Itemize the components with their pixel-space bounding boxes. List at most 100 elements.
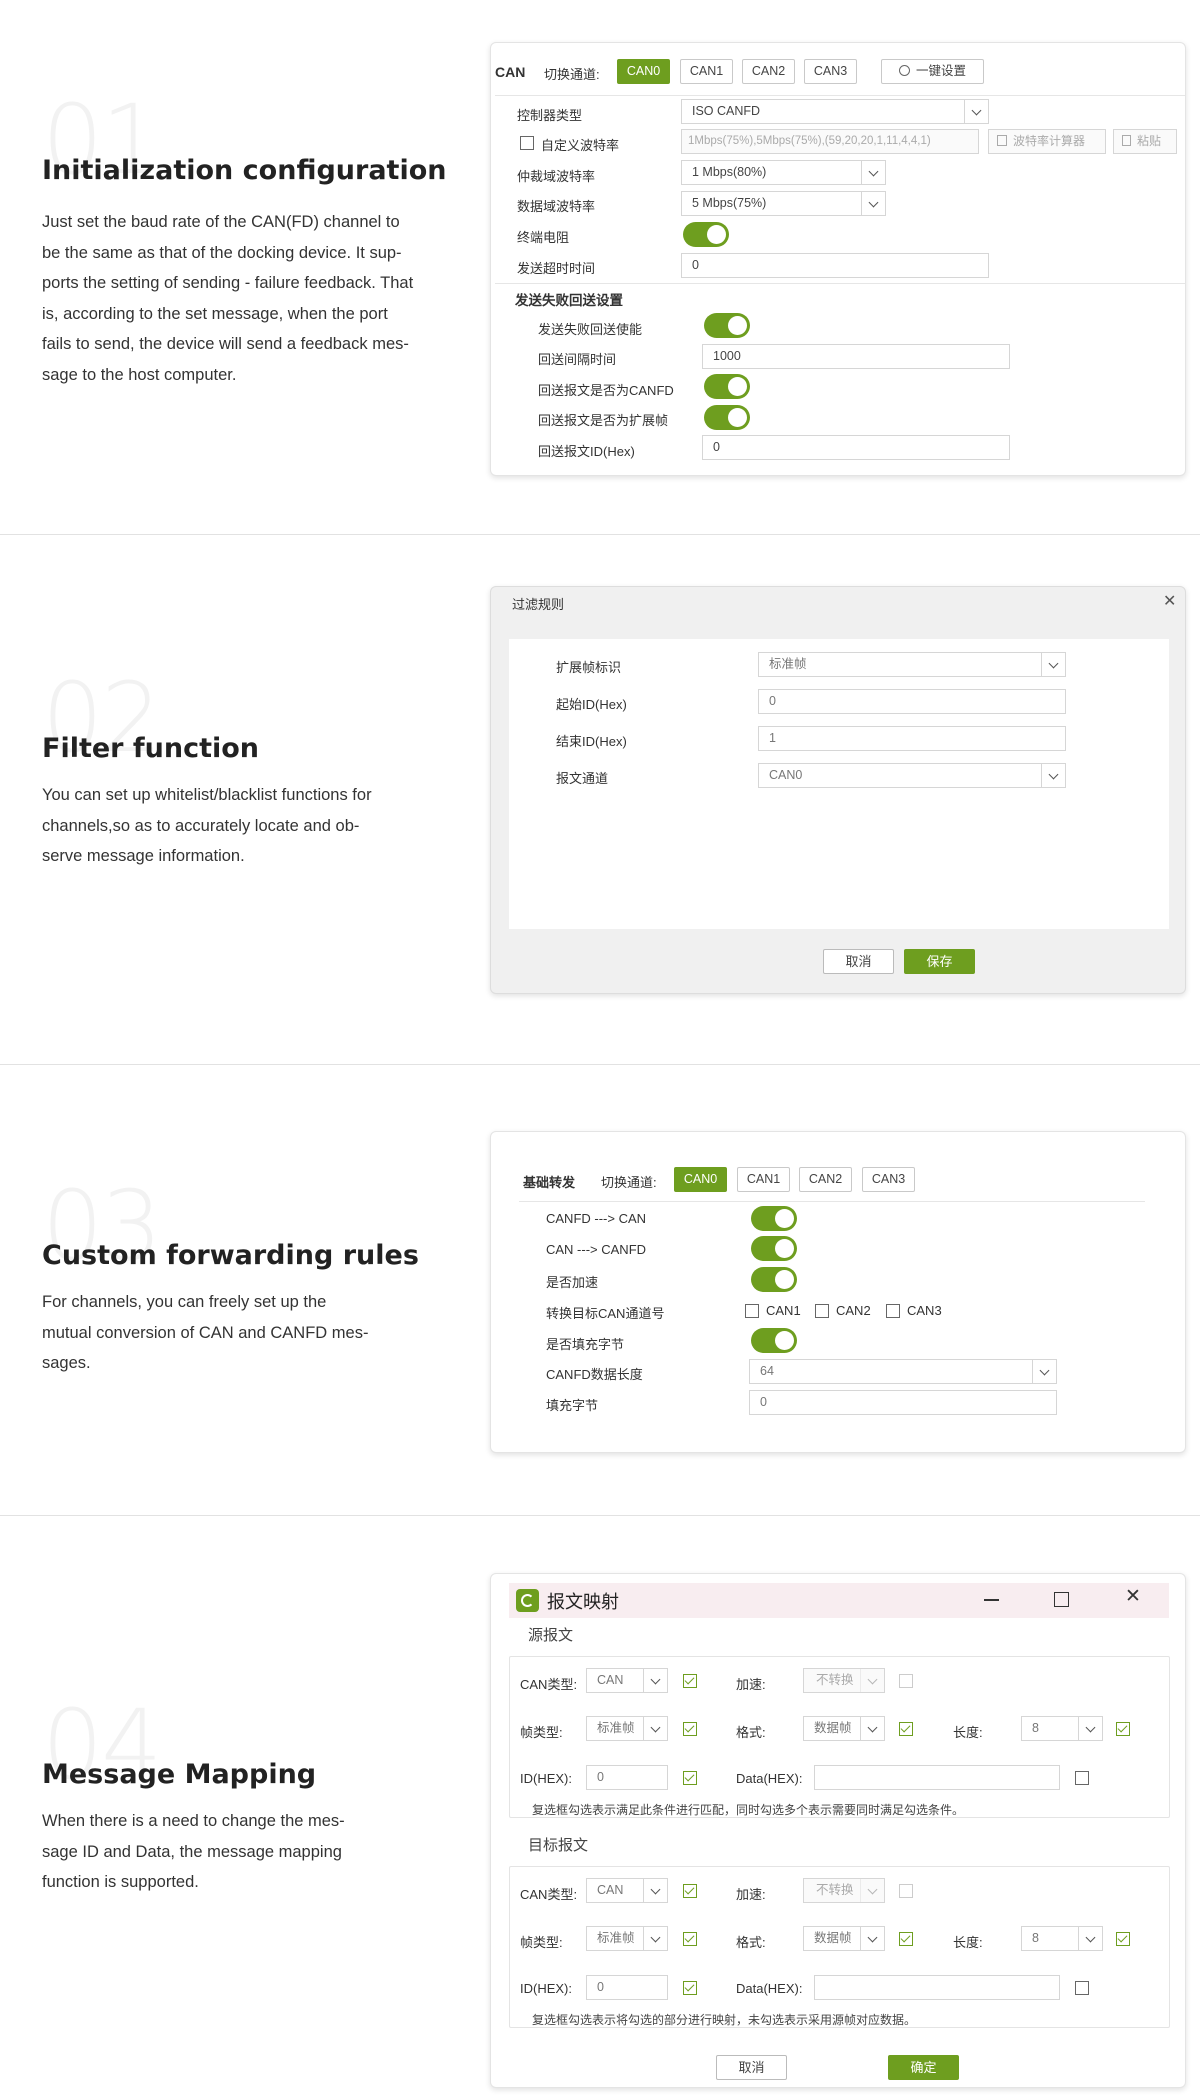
can-to-canfd-label: CAN ---> CANFD xyxy=(546,1242,647,1257)
frame-type-checkbox[interactable] xyxy=(683,1722,697,1736)
one-click-setup-button[interactable]: 一键设置 xyxy=(881,59,984,84)
target-note: 复选框勾选表示将勾选的部分进行映射，未勾选表示采用源帧对应数据。 xyxy=(532,2013,917,2027)
data-hex-checkbox[interactable] xyxy=(1075,1981,1089,1995)
id-hex-input[interactable]: 0 xyxy=(586,1975,668,2000)
data-hex-input[interactable] xyxy=(814,1765,1060,1790)
baud-calculator-button[interactable]: 波特率计算器 xyxy=(988,129,1106,154)
length-checkbox[interactable] xyxy=(1116,1932,1130,1946)
canfd-to-can-toggle[interactable] xyxy=(751,1206,797,1231)
tab-can3[interactable]: CAN3 xyxy=(804,59,857,84)
maximize-icon[interactable] xyxy=(1054,1592,1069,1607)
accelerate-checkbox[interactable] xyxy=(899,1674,913,1688)
canfd-data-length-select[interactable]: 64 xyxy=(749,1359,1057,1384)
accelerate-select[interactable]: 不转换 xyxy=(803,1668,885,1693)
cancel-button[interactable]: 取消 xyxy=(823,949,894,974)
tab-can3[interactable]: CAN3 xyxy=(862,1167,915,1192)
extended-frame-label: 扩展帧标识 xyxy=(556,660,622,675)
format-label: 格式: xyxy=(736,1725,766,1740)
settings-icon xyxy=(898,65,910,76)
chevron-down-icon xyxy=(1041,764,1065,787)
custom-baud-checkbox[interactable] xyxy=(520,136,534,150)
tab-can2[interactable]: CAN2 xyxy=(799,1167,852,1192)
format-checkbox[interactable] xyxy=(899,1932,913,1946)
start-id-input[interactable]: 0 xyxy=(758,689,1066,714)
controller-type-select[interactable]: ISO CANFD xyxy=(681,99,989,124)
can-type-select[interactable]: CAN xyxy=(586,1878,668,1903)
can-to-canfd-toggle[interactable] xyxy=(751,1236,797,1261)
frame-type-select[interactable]: 标准帧 xyxy=(586,1926,668,1951)
length-select[interactable]: 8 xyxy=(1021,1926,1103,1951)
can-type-checkbox[interactable] xyxy=(683,1674,697,1688)
tab-can0[interactable]: CAN0 xyxy=(617,59,670,84)
format-select[interactable]: 数据帧 xyxy=(803,1716,885,1741)
can-type-checkbox[interactable] xyxy=(683,1884,697,1898)
resend-is-canfd-toggle[interactable] xyxy=(704,374,750,399)
frame-type-checkbox[interactable] xyxy=(683,1932,697,1946)
extended-frame-select[interactable]: 标准帧 xyxy=(758,652,1066,677)
basic-forwarding-panel: 基础转发 切换通道: CAN0 CAN1 CAN2 CAN3 CANFD ---… xyxy=(490,1131,1186,1453)
cancel-button[interactable]: 取消 xyxy=(716,2055,787,2080)
accelerate-toggle[interactable] xyxy=(751,1267,797,1292)
ok-button[interactable]: 确定 xyxy=(888,2055,959,2080)
fill-byte-input[interactable]: 0 xyxy=(749,1390,1057,1415)
chevron-down-icon xyxy=(1032,1360,1056,1383)
send-failure-enable-toggle[interactable] xyxy=(704,313,750,338)
chevron-down-icon xyxy=(643,1669,667,1692)
target-can3-checkbox[interactable] xyxy=(886,1304,900,1318)
calculator-icon xyxy=(997,135,1007,146)
accelerate-label: 加速: xyxy=(736,1887,766,1902)
chevron-down-icon xyxy=(1041,653,1065,676)
send-timeout-input[interactable]: 0 xyxy=(681,253,989,278)
fill-bytes-label: 是否填充字节 xyxy=(546,1337,625,1352)
length-label: 长度: xyxy=(953,1935,983,1950)
tab-can0[interactable]: CAN0 xyxy=(674,1167,727,1192)
resend-id-input[interactable]: 0 xyxy=(702,435,1010,460)
termination-resistor-toggle[interactable] xyxy=(683,222,729,247)
section-title: Initialization configuration xyxy=(42,155,447,186)
start-id-label: 起始ID(Hex) xyxy=(556,697,627,712)
custom-baud-input[interactable]: 1Mbps(75%),5Mbps(75%),(59,20,20,1,11,4,4… xyxy=(681,129,979,154)
chevron-down-icon xyxy=(861,161,885,184)
end-id-input[interactable]: 1 xyxy=(758,726,1066,751)
controller-type-label: 控制器类型 xyxy=(517,108,583,123)
data-hex-input[interactable] xyxy=(814,1975,1060,2000)
length-select[interactable]: 8 xyxy=(1021,1716,1103,1741)
can-type-select[interactable]: CAN xyxy=(586,1668,668,1693)
target-can1-checkbox[interactable] xyxy=(745,1304,759,1318)
section-title: Custom forwarding rules xyxy=(42,1240,419,1271)
tab-can1[interactable]: CAN1 xyxy=(680,59,733,84)
format-checkbox[interactable] xyxy=(899,1722,913,1736)
target-can2-label: CAN2 xyxy=(836,1303,871,1318)
resend-interval-input[interactable]: 1000 xyxy=(702,344,1010,369)
id-hex-checkbox[interactable] xyxy=(683,1771,697,1785)
data-baud-select[interactable]: 5 Mbps(75%) xyxy=(681,191,886,216)
close-icon[interactable]: ✕ xyxy=(1125,1587,1141,1606)
format-label: 格式: xyxy=(736,1935,766,1950)
message-channel-select[interactable]: CAN0 xyxy=(758,763,1066,788)
app-logo-icon xyxy=(516,1589,539,1612)
paste-button[interactable]: 粘贴 xyxy=(1113,129,1177,154)
accelerate-checkbox[interactable] xyxy=(899,1884,913,1898)
filter-rule-dialog: 过滤规则 ✕ 扩展帧标识 标准帧 起始ID(Hex) 0 结束ID(Hex) 1… xyxy=(490,586,1186,994)
close-icon[interactable]: ✕ xyxy=(1163,594,1176,610)
arbitration-baud-select[interactable]: 1 Mbps(80%) xyxy=(681,160,886,185)
resend-is-canfd-label: 回送报文是否为CANFD xyxy=(538,383,674,398)
save-button[interactable]: 保存 xyxy=(904,949,975,974)
id-hex-checkbox[interactable] xyxy=(683,1981,697,1995)
length-checkbox[interactable] xyxy=(1116,1722,1130,1736)
frame-type-select[interactable]: 标准帧 xyxy=(586,1716,668,1741)
tab-can1[interactable]: CAN1 xyxy=(737,1167,790,1192)
format-select[interactable]: 数据帧 xyxy=(803,1926,885,1951)
data-hex-label: Data(HEX): xyxy=(736,1981,803,1996)
target-can2-checkbox[interactable] xyxy=(815,1304,829,1318)
minimize-icon[interactable] xyxy=(984,1599,999,1601)
filter-form: 扩展帧标识 标准帧 起始ID(Hex) 0 结束ID(Hex) 1 报文通道 C… xyxy=(509,639,1169,929)
resend-is-extended-toggle[interactable] xyxy=(704,405,750,430)
tab-can2[interactable]: CAN2 xyxy=(742,59,795,84)
data-hex-checkbox[interactable] xyxy=(1075,1771,1089,1785)
fill-bytes-toggle[interactable] xyxy=(751,1328,797,1353)
section-description: For channels, you can freely set up the m… xyxy=(42,1293,369,1372)
canfd-data-length-label: CANFD数据长度 xyxy=(546,1367,643,1382)
accelerate-select[interactable]: 不转换 xyxy=(803,1878,885,1903)
id-hex-input[interactable]: 0 xyxy=(586,1765,668,1790)
